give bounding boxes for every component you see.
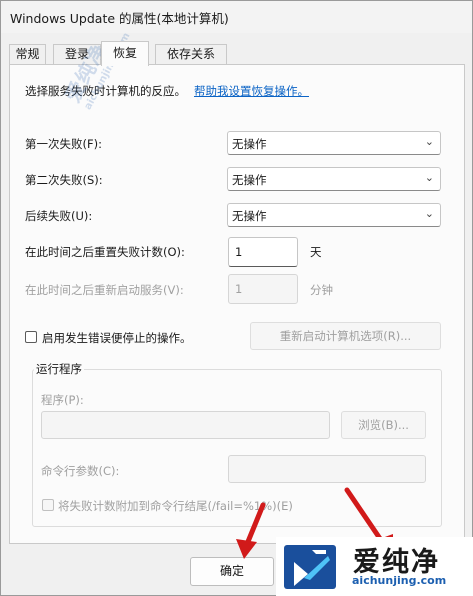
logo-icon (284, 545, 336, 589)
watermark-url: aichunjing.com (352, 574, 447, 587)
properties-dialog: Windows Update 的属性(本地计算机) 常规 登录 恢复 依存关系 … (0, 0, 473, 596)
arrow-icon (236, 502, 266, 559)
tab-recovery[interactable]: 恢复 (101, 41, 149, 66)
